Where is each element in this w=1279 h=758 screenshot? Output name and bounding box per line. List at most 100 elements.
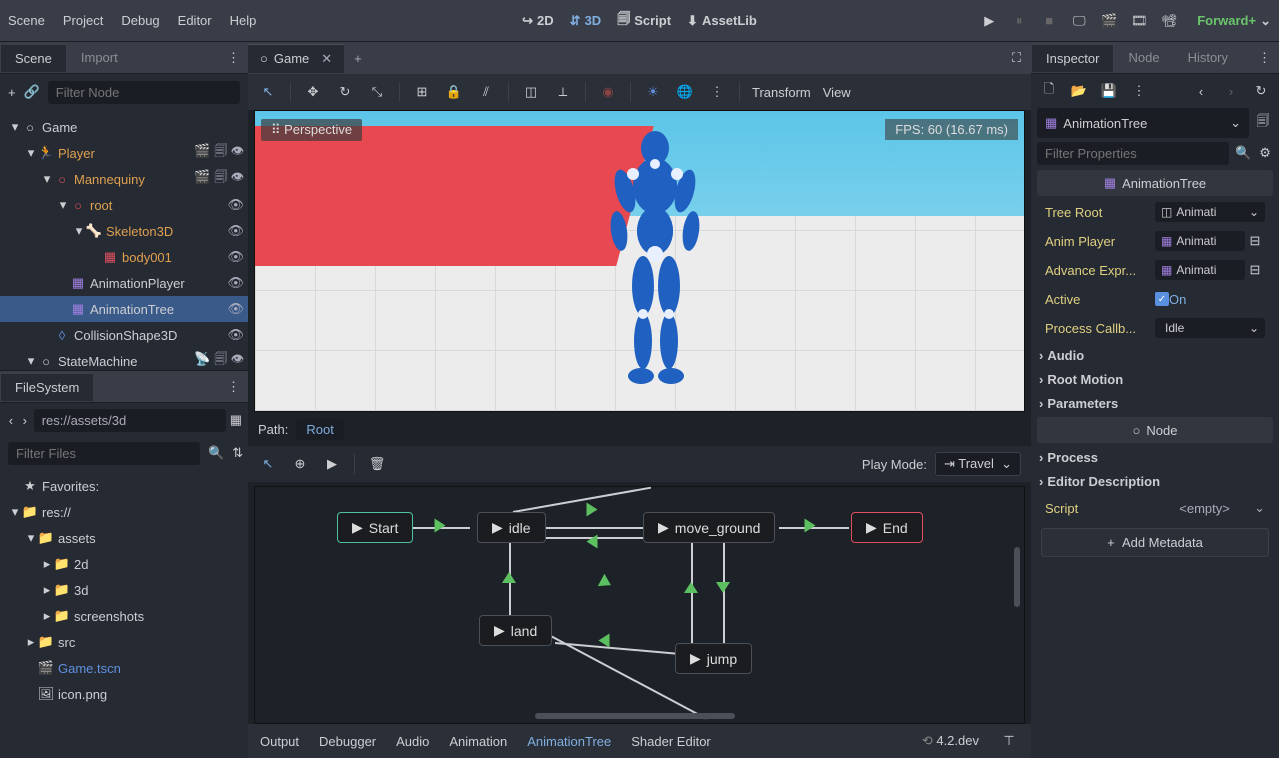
prop-settings-icon[interactable]: ⚙ [1257, 143, 1273, 163]
delete-icon[interactable]: 🗑 [367, 454, 387, 474]
view-menu[interactable]: View [823, 85, 851, 100]
tree-node-game[interactable]: ▾○Game [0, 114, 248, 140]
fs-search-icon[interactable]: 🔍 [208, 443, 224, 463]
import-tab[interactable]: Import [67, 44, 132, 71]
scale-tool-icon[interactable]: ⤡ [367, 82, 387, 102]
vp-menu-icon[interactable]: ⋮ [707, 82, 727, 102]
filter-files-input[interactable] [8, 442, 200, 465]
fold-root-motion[interactable]: Root Motion [1031, 367, 1279, 391]
animation-state-graph[interactable]: ▶ Start ▶ idle ▶ move_ground ▶ End ▶ lan… [254, 486, 1025, 724]
filter-properties-input[interactable] [1037, 142, 1229, 165]
tab-output[interactable]: Output [260, 734, 299, 749]
add-anim-node-icon[interactable]: ⊕ [290, 454, 310, 474]
fold-editor-description[interactable]: Editor Description [1031, 469, 1279, 493]
fold-audio[interactable]: Audio [1031, 343, 1279, 367]
graph-node-jump[interactable]: ▶ jump [675, 643, 752, 674]
tree-node-animationtree[interactable]: ▦AnimationTree👁 [0, 296, 248, 322]
add-metadata-button[interactable]: + Add Metadata [1041, 528, 1269, 557]
path-fwd-icon[interactable]: › [20, 410, 30, 430]
fs-item-icon-png[interactable]: 🖼icon.png [0, 681, 248, 707]
viewport-3d[interactable]: ⠿ Perspective FPS: 60 (16.67 ms) [254, 110, 1025, 412]
prop-search-icon[interactable]: 🔍 [1235, 143, 1251, 163]
tree-node-root[interactable]: ▾○root👁 [0, 192, 248, 218]
close-tab-icon[interactable]: ✕ [321, 51, 332, 67]
fs-item-game-tscn[interactable]: 🎬Game.tscn [0, 655, 248, 681]
fs-item-2d[interactable]: ▸📁2d [0, 551, 248, 577]
layout-icon[interactable]: ⊤ [999, 731, 1019, 751]
fs-item-3d[interactable]: ▸📁3d [0, 577, 248, 603]
menu-scene[interactable]: Scene [8, 13, 45, 28]
fold-process[interactable]: Process [1031, 445, 1279, 469]
remote-button[interactable]: 🖵 [1069, 11, 1089, 31]
path-root-chip[interactable]: Root [296, 419, 343, 440]
menu-debug[interactable]: Debug [121, 13, 159, 28]
distraction-free-icon[interactable]: ⛶ [1002, 50, 1031, 66]
class-header[interactable]: ▦ AnimationTree [1037, 170, 1273, 196]
filter-nodes-input[interactable] [48, 81, 240, 104]
tab-audio[interactable]: Audio [396, 734, 429, 749]
add-node-icon[interactable]: + [8, 82, 16, 102]
pause-button[interactable]: ⏸ [1009, 11, 1029, 31]
workspace-assetlib[interactable]: ⬇ AssetLib [687, 10, 757, 32]
menu-editor[interactable]: Editor [178, 13, 212, 28]
graph-node-move[interactable]: ▶ move_ground [643, 512, 775, 543]
play-custom-button[interactable]: 🎞 [1129, 11, 1149, 31]
path-back-icon[interactable]: ‹ [6, 410, 16, 430]
workspace-script[interactable]: 🗐 Script [617, 10, 671, 32]
menu-project[interactable]: Project [63, 13, 103, 28]
snap-icon[interactable]: ⊞ [412, 82, 432, 102]
tree-node-body001[interactable]: ▦body001👁 [0, 244, 248, 270]
node-section-header[interactable]: ○Node [1037, 417, 1273, 443]
refresh-icon[interactable]: ↻ [1251, 81, 1271, 101]
history-back-icon[interactable]: ‹ [1191, 81, 1211, 101]
fs-panel-menu-icon[interactable]: ⋮ [219, 379, 248, 395]
play-scene-button[interactable]: 🎬 [1099, 11, 1119, 31]
workspace-3d[interactable]: ⇵ 3D [570, 10, 602, 32]
perspective-label[interactable]: ⠿ Perspective [261, 119, 362, 141]
stop-button[interactable]: ■ [1039, 11, 1059, 31]
graph-node-start[interactable]: ▶ Start [337, 512, 413, 543]
transform-menu[interactable]: Transform [752, 85, 811, 100]
inspector-menu-icon[interactable]: ⋮ [1250, 50, 1279, 66]
graph-vscroll[interactable] [1014, 547, 1020, 607]
env-icon[interactable]: 🌐 [675, 82, 695, 102]
history-tab[interactable]: History [1174, 44, 1242, 71]
cube-icon[interactable]: ◫ [521, 82, 541, 102]
load-resource-icon[interactable]: 📂 [1069, 81, 1089, 101]
graph-hscroll[interactable] [535, 713, 735, 719]
resource-selector[interactable]: ▦ AnimationTree ⌄ [1037, 108, 1249, 138]
node-tab[interactable]: Node [1114, 44, 1173, 71]
group-icon[interactable]: ⫽ [476, 82, 496, 102]
prop-tree-root[interactable]: Tree Root◫ Animati ⌄ [1037, 198, 1273, 226]
inspector-tab[interactable]: Inspector [1031, 44, 1114, 72]
link-icon[interactable]: 🔗 [24, 82, 40, 102]
tab-animationtree[interactable]: AnimationTree [527, 734, 611, 749]
renderer-dropdown[interactable]: Forward+ ⌄ [1197, 13, 1271, 29]
sort-icon[interactable]: ⇅ [232, 443, 243, 463]
move-tool-icon[interactable]: ✥ [303, 82, 323, 102]
scene-tree[interactable]: ▾○Game▾🏃Player🎬 🗐 👁▾○Mannequiny🎬 🗐 👁▾○ro… [0, 110, 248, 370]
tree-node-statemachine[interactable]: ▾○StateMachine📡 🗐 👁 [0, 348, 248, 370]
panel-menu-icon[interactable]: ⋮ [219, 50, 248, 66]
doc-icon[interactable]: 🗐 [1253, 113, 1273, 133]
prop-anim-player[interactable]: Anim Player▦ Animati ⊟ [1037, 227, 1273, 255]
fs-item-screenshots[interactable]: ▸📁screenshots [0, 603, 248, 629]
fs-item-res---[interactable]: ▾📁res:// [0, 499, 248, 525]
graph-node-end[interactable]: ▶ End [851, 512, 923, 543]
graph-node-idle[interactable]: ▶ idle [477, 512, 546, 543]
resource-menu-icon[interactable]: ⋮ [1129, 81, 1149, 101]
select-node-icon[interactable]: ↖ [258, 454, 278, 474]
movie-button[interactable]: 📽 [1159, 11, 1179, 31]
tab-debugger[interactable]: Debugger [319, 734, 376, 749]
connect-icon[interactable]: ▶ [322, 454, 342, 474]
history-fwd-icon[interactable]: › [1221, 81, 1241, 101]
tab-animation[interactable]: Animation [449, 734, 507, 749]
save-resource-icon[interactable]: 💾 [1099, 81, 1119, 101]
open-scene-tab[interactable]: ○ Game ✕ [248, 44, 344, 73]
sun-icon[interactable]: ☀ [643, 82, 663, 102]
menu-help[interactable]: Help [230, 13, 257, 28]
filesystem-tree[interactable]: ★Favorites:▾📁res://▾📁assets▸📁2d▸📁3d▸📁scr… [0, 469, 248, 758]
fs-item-src[interactable]: ▸📁src [0, 629, 248, 655]
tree-node-skeleton3d[interactable]: ▾🦴Skeleton3D👁 [0, 218, 248, 244]
camera-icon[interactable]: ◉ [598, 82, 618, 102]
